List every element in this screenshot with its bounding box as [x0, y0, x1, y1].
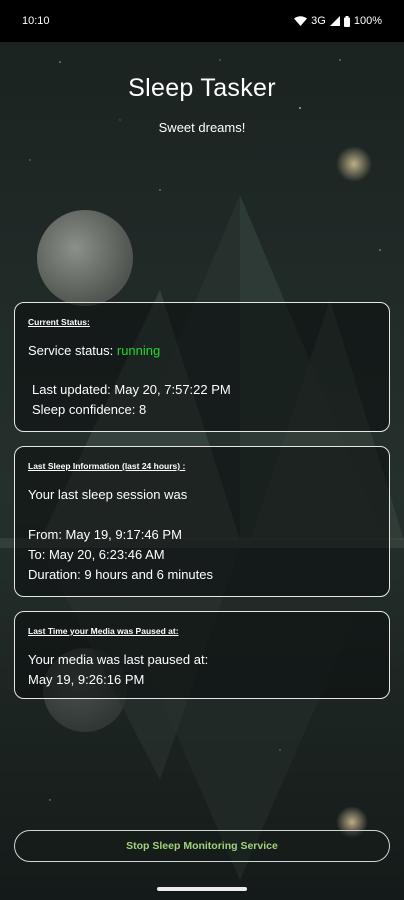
battery-icon [343, 15, 350, 27]
network-type: 3G [311, 15, 326, 27]
last-sleep-heading: Last Sleep Information (last 24 hours) : [28, 461, 186, 471]
wifi-icon [294, 16, 308, 26]
current-status-card: Current Status: Service status: running … [14, 302, 390, 432]
service-status-label: Service status: [28, 343, 117, 358]
service-status-value: running [116, 343, 161, 358]
media-paused-intro: Your media was last paused at: [28, 652, 209, 667]
sleep-confidence-text: Sleep confidence: 8 [32, 402, 147, 417]
cell-signal-icon [329, 16, 340, 26]
sleep-to-text: To: May 20, 6:23:46 AM [28, 547, 165, 562]
last-updated-text: Last updated: May 20, 7:57:22 PM [32, 382, 231, 397]
battery-percent: 100% [353, 15, 382, 27]
media-paused-card: Last Time your Media was Paused at: Your… [14, 611, 390, 699]
sleep-from-text: From: May 19, 9:17:46 PM [28, 527, 182, 542]
clock: 10:10 [22, 15, 50, 27]
last-sleep-card: Last Sleep Information (last 24 hours) :… [14, 446, 390, 597]
sleep-duration-text: Duration: 9 hours and 6 minutes [28, 567, 213, 582]
home-indicator[interactable] [157, 887, 247, 891]
status-icons: 3G 100% [294, 15, 382, 27]
service-status-line: Service status: running [28, 341, 376, 361]
status-bar: 10:10 3G 100% [0, 0, 404, 42]
stop-monitoring-button[interactable]: Stop Sleep Monitoring Service [14, 830, 390, 862]
app-subtitle: Sweet dreams! [158, 120, 246, 135]
current-status-heading: Current Status: [28, 317, 90, 327]
last-sleep-intro: Your last sleep session was [28, 487, 188, 502]
media-paused-time: May 19, 9:26:16 PM [28, 672, 145, 687]
media-paused-heading: Last Time your Media was Paused at: [28, 626, 179, 636]
app-title: Sleep Tasker [128, 74, 276, 102]
